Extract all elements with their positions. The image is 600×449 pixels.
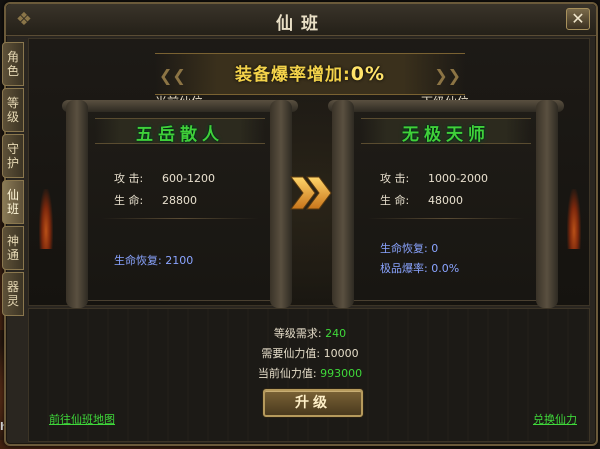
attack-value: 1000-2000 [428,172,488,185]
tab-label: 角色 [6,50,19,78]
tab-dengji[interactable]: 等级 [2,88,24,132]
regen-label: 生命恢复: [114,254,162,267]
xianban-window: ❖ 仙班 ✕ 角色 等级 守护 仙班 神通 器灵 ❮❮ 装备爆率增加:0% ❯❯… [2,2,598,446]
regen-value: 0 [431,242,439,255]
attack-label: 攻 击: [114,172,144,185]
drop-rate-banner: ❮❮ 装备爆率增加:0% ❯❯ [155,53,465,95]
current-attack: 攻 击: 600-1200 [114,170,215,186]
tab-label: 仙班 [6,188,19,216]
level-req-label: 等级需求: [273,327,322,340]
tab-label: 守护 [6,142,19,170]
regen-label: 生命恢复: [380,242,428,255]
divider [368,218,524,219]
divider [102,218,258,219]
next-regen: 生命恢复: 0 [380,240,438,256]
tab-qiling[interactable]: 器灵 [2,272,24,316]
current-rank-name: 五岳散人 [136,125,224,145]
goto-xianban-map-link[interactable]: 前往仙班地图 [49,411,115,427]
title-bar[interactable]: ❖ 仙班 ✕ [6,4,596,36]
life-label: 生 命: [380,194,410,207]
tab-label: 等级 [6,96,19,124]
current-regen: 生命恢复: 2100 [114,252,193,268]
life-value: 28800 [162,194,197,207]
power-current-label: 当前仙力值: [257,367,317,380]
regen-value: 2100 [165,254,194,267]
wing-left-icon: ❮❮ [159,66,186,85]
level-requirement: 等级需求: 240 [29,325,591,341]
card-frame-top [62,100,298,112]
close-button[interactable]: ✕ [566,8,590,30]
drop-rate-value: 0% [350,63,386,85]
torch-flame [567,189,581,249]
power-required-label: 需要仙力值: [261,347,321,360]
torch-flame [39,189,53,249]
drop-value: 0.0% [431,262,460,275]
drop-label: 极品爆率: [380,262,428,275]
tab-shentong[interactable]: 神通 [2,226,24,270]
next-attack: 攻 击: 1000-2000 [380,170,488,186]
attack-value: 600-1200 [162,172,215,185]
rank-panel: ❮❮ 装备爆率增加:0% ❯❯ 当前仙位 五岳散人 攻 击:600-1200 生… [28,38,590,308]
next-life: 生 命: 48000 [380,192,463,208]
current-rank-card: 五岳散人 攻 击: 600-1200 生 命: 28800 生命恢复: 2100 [62,100,298,308]
upgrade-button[interactable]: 升级 [263,389,363,417]
power-required-value: 10000 [323,347,359,360]
life-value: 48000 [428,194,463,207]
tab-juese[interactable]: 角色 [2,42,24,86]
window-title: 仙班 [276,14,326,34]
card-frame-top [328,100,564,112]
tab-xianban[interactable]: 仙班 [2,180,24,224]
next-rank-name: 无极天师 [402,125,490,145]
tab-shouhu[interactable]: 守护 [2,134,24,178]
wing-right-icon: ❯❯ [434,66,461,85]
exchange-power-link[interactable]: 兑换仙力 [533,411,577,427]
requirements-panel: 等级需求: 240 需要仙力值: 10000 当前仙力值: 993000 升级 … [28,308,590,442]
tab-label: 器灵 [6,280,19,308]
drop-rate-label: 装备爆率增加: [234,65,351,85]
next-drop-rate: 极品爆率: 0.0% [380,260,459,276]
power-required: 需要仙力值: 10000 [29,345,591,361]
current-life: 生 命: 28800 [114,192,197,208]
power-current-value: 993000 [320,367,363,380]
level-req-value: 240 [325,327,347,340]
next-rank-card: 无极天师 攻 击: 1000-2000 生 命: 48000 生命恢复: 0 极品爆… [328,100,564,308]
life-label: 生 命: [114,194,144,207]
tab-label: 神通 [6,234,19,262]
attack-label: 攻 击: [380,172,410,185]
power-current: 当前仙力值: 993000 [29,365,591,381]
upgrade-arrow-icon [289,173,337,213]
